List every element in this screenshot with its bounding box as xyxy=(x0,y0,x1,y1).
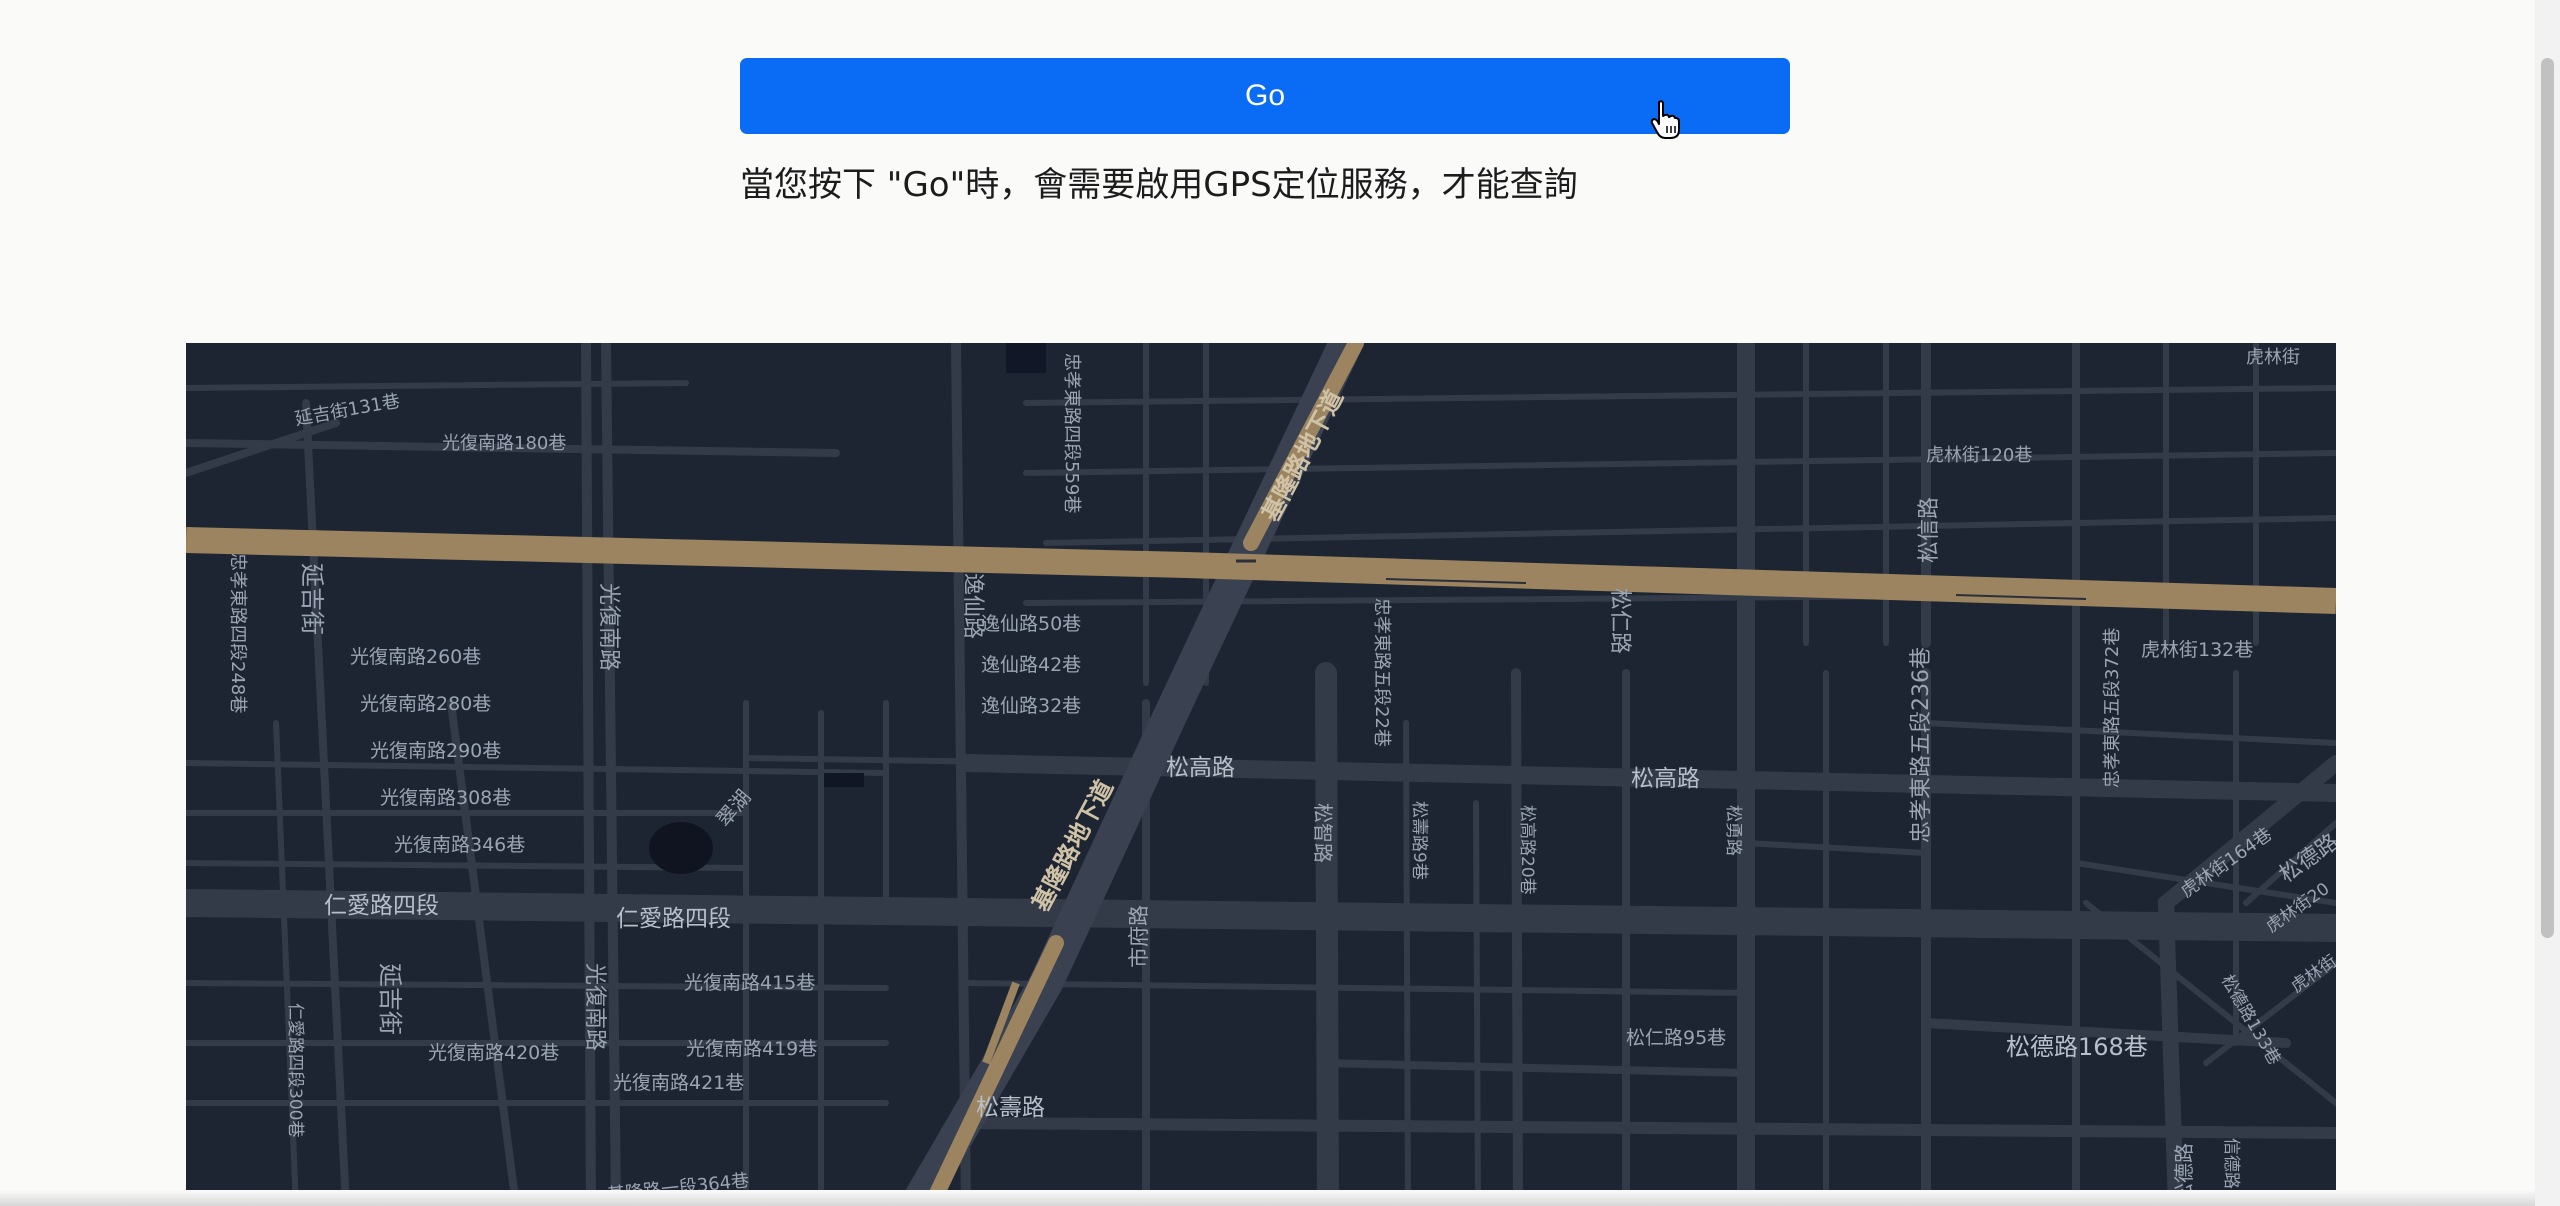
map-label: 松智路 xyxy=(1311,803,1335,863)
map-label: 光復南路260巷 xyxy=(350,646,481,668)
map-label: 松德路 xyxy=(2275,830,2336,888)
map-label: 松仁路95巷 xyxy=(1626,1027,1726,1049)
map-label: 松德路133巷 xyxy=(2217,972,2285,1069)
hand-pointer-cursor-icon xyxy=(1650,100,1680,139)
map-label: 光復南路280巷 xyxy=(360,693,491,715)
map-label: 忠孝東路五段22巷 xyxy=(1371,598,1392,747)
map-label: 延吉街 xyxy=(376,963,404,1035)
map-label: 松壽路9巷 xyxy=(1409,801,1429,880)
map-label: 光復南路290巷 xyxy=(370,740,501,762)
map-label: 虎林街 xyxy=(2246,347,2300,368)
map-label: 光復南路421巷 xyxy=(613,1072,744,1094)
map-label: 光復南路 xyxy=(582,963,607,1051)
map-label: 逸仙路50巷 xyxy=(981,613,1081,635)
map-label: 光復南路308巷 xyxy=(380,787,511,809)
map-label: 忠孝東路四段248巷 xyxy=(227,553,248,713)
map-label: 虎林街 xyxy=(2287,951,2336,997)
map-label: 逸仙路42巷 xyxy=(981,654,1081,676)
map-label: 光復南路 xyxy=(596,583,621,671)
map-label: 松壽路 xyxy=(976,1095,1045,1121)
map-view[interactable]: 延吉街131巷 光復南路180巷 忠孝東路四段559巷 虎林街120巷 虎林街 … xyxy=(186,343,2336,1206)
page: Go 當您按下 "Go"時，會需要啟用GPS定位服務，才能查詢 延吉街131巷 … xyxy=(0,0,2560,1206)
map-label: 延吉街131巷 xyxy=(293,391,401,430)
map-canvas[interactable]: 延吉街131巷 光復南路180巷 忠孝東路四段559巷 虎林街120巷 虎林街 … xyxy=(186,343,2336,1206)
map-label: 虎林街132巷 xyxy=(2141,639,2253,661)
map-label: 仁愛路四段 xyxy=(616,906,731,932)
map-label: 信德路 xyxy=(2221,1138,2241,1189)
map-label: 仁愛路四段 xyxy=(324,893,439,919)
map-label: 松高路 xyxy=(1631,766,1700,792)
map-label: 光復南路346巷 xyxy=(394,834,525,856)
map-label: 忠孝東路四段559巷 xyxy=(1061,353,1082,513)
map-label: 松德路168巷 xyxy=(2006,1033,2148,1061)
map-label: 忠孝東路五段236巷 xyxy=(1909,647,1934,843)
map-label: 松信路 xyxy=(1917,497,1942,563)
map-label: 光復南路420巷 xyxy=(428,1042,559,1064)
map-label: 虎林街120巷 xyxy=(1926,445,2032,466)
map-label: 光復南路415巷 xyxy=(684,972,815,994)
map-label: 仁愛路四段300巷 xyxy=(285,1003,305,1137)
map-label: 逸仙路32巷 xyxy=(981,695,1081,717)
map-label: 延吉街 xyxy=(298,563,326,635)
map-label: 松高路 xyxy=(1166,755,1235,781)
go-button[interactable]: Go xyxy=(740,58,1790,134)
map-label: 松勇路 xyxy=(1723,805,1743,856)
map-label: 光復南路419巷 xyxy=(686,1038,817,1060)
map-label: 市府路 xyxy=(1127,905,1151,968)
bottom-edge-shadow xyxy=(0,1190,2535,1206)
map-label: 松高路20巷 xyxy=(1517,805,1537,895)
gps-notice-text: 當您按下 "Go"時，會需要啟用GPS定位服務，才能查詢 xyxy=(740,165,1578,205)
map-label: 光復南路180巷 xyxy=(442,433,566,454)
scrollbar-thumb[interactable] xyxy=(2541,58,2554,938)
map-label: 松仁路 xyxy=(1607,588,1632,654)
map-label: 忠孝東路五段372巷 xyxy=(2102,628,2123,788)
